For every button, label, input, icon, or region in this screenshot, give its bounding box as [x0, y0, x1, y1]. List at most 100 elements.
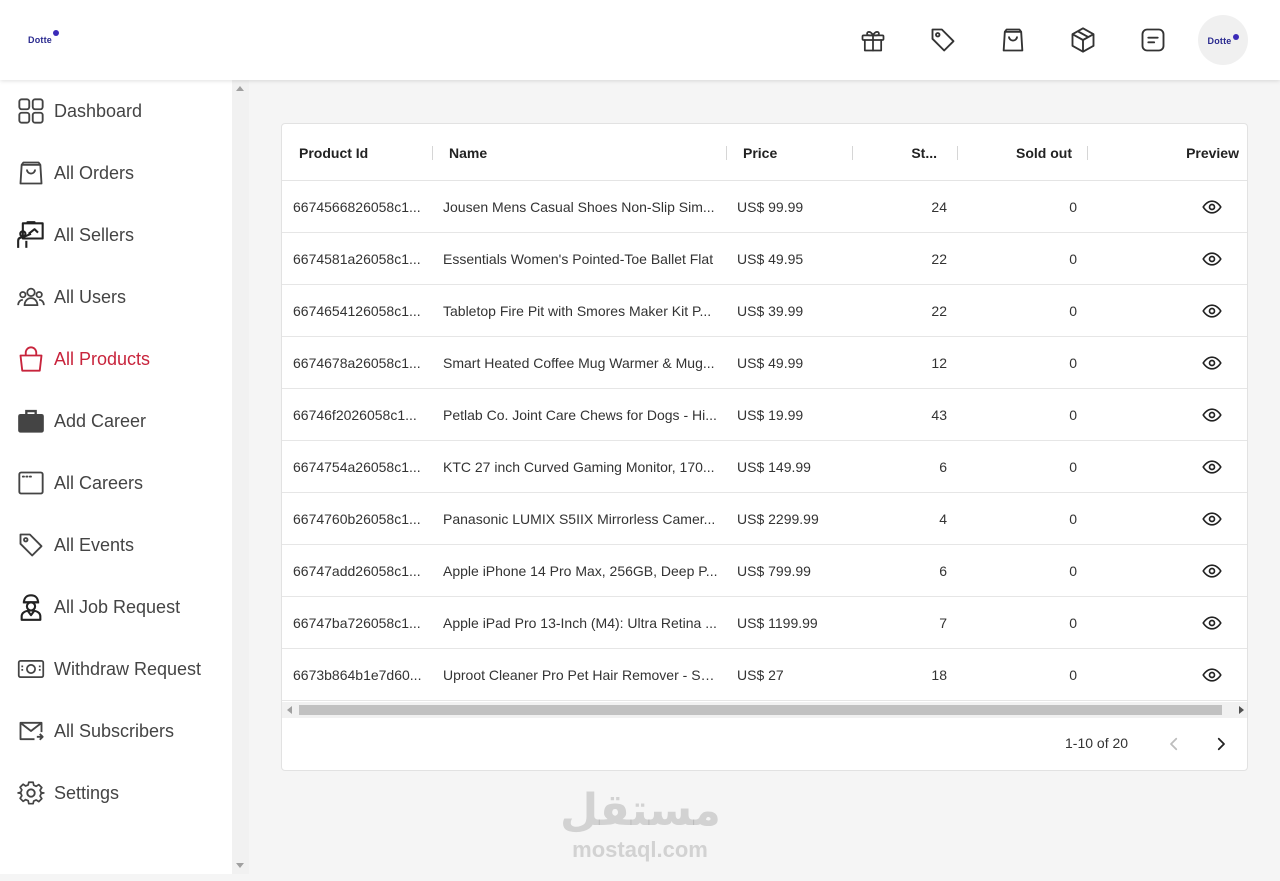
scroll-right-icon[interactable]	[1239, 706, 1244, 714]
mail-icon	[17, 717, 45, 745]
shopping-bag-icon[interactable]	[988, 15, 1038, 65]
table-row[interactable]: 66747add26058c1... Apple iPhone 14 Pro M…	[282, 545, 1247, 597]
logo-dot	[53, 30, 59, 36]
avatar[interactable]: Dotte	[1198, 15, 1248, 65]
column-header-product-id[interactable]: Product Id	[299, 124, 431, 181]
eye-icon[interactable]	[1187, 441, 1237, 493]
table-row[interactable]: 6674581a26058c1... Essentials Women's Po…	[282, 233, 1247, 285]
table-horizontal-scrollbar[interactable]	[282, 702, 1247, 718]
scroll-down-icon[interactable]	[236, 863, 244, 868]
cell-name: Jousen Mens Casual Shoes Non-Slip Sim...	[443, 199, 715, 215]
sidebar-item-all-careers[interactable]: All Careers	[0, 452, 232, 514]
column-header-stock[interactable]: St...	[882, 124, 937, 181]
cell-sold-out: 0	[1069, 251, 1077, 267]
cell-stock: 7	[939, 615, 947, 631]
eye-icon[interactable]	[1187, 597, 1237, 649]
eye-icon[interactable]	[1187, 649, 1237, 701]
cell-sold-out: 0	[1069, 615, 1077, 631]
sidebar-item-all-users[interactable]: All Users	[0, 266, 232, 328]
scroll-left-icon[interactable]	[287, 706, 292, 714]
sidebar-item-settings[interactable]: Settings	[0, 762, 232, 824]
tag-icon[interactable]	[918, 15, 968, 65]
worker-icon	[17, 593, 45, 621]
sidebar-item-dashboard[interactable]: Dashboard	[0, 80, 232, 142]
cell-product-id: 6674581a26058c1...	[293, 251, 421, 267]
column-header-sold-out[interactable]: Sold out	[987, 124, 1072, 181]
column-header-price[interactable]: Price	[743, 124, 853, 181]
sidebar-item-label: All Job Request	[54, 596, 181, 617]
eye-icon[interactable]	[1187, 389, 1237, 441]
eye-icon[interactable]	[1187, 493, 1237, 545]
cell-name: Petlab Co. Joint Care Chews for Dogs - H…	[443, 407, 717, 423]
table-row[interactable]: 66746f2026058c1... Petlab Co. Joint Care…	[282, 389, 1247, 441]
sidebar-item-label: All Subscribers	[54, 720, 175, 741]
money-icon	[17, 655, 45, 683]
cell-price: US$ 39.99	[737, 303, 804, 319]
column-separator[interactable]	[726, 146, 727, 160]
column-header-preview[interactable]: Preview	[1177, 124, 1239, 181]
eye-icon[interactable]	[1187, 233, 1237, 285]
cell-stock: 43	[931, 407, 947, 423]
sidebar-item-all-subscribers[interactable]: All Subscribers	[0, 700, 232, 762]
table-row[interactable]: 66747ba726058c1... Apple iPad Pro 13-Inc…	[282, 597, 1247, 649]
package-icon[interactable]	[1058, 15, 1108, 65]
sidebar-scrollbar[interactable]	[232, 80, 249, 874]
cell-stock: 22	[931, 303, 947, 319]
shopping-bag-icon	[17, 159, 45, 187]
cell-product-id: 6673b864b1e7d60...	[293, 667, 422, 683]
sidebar-item-all-orders[interactable]: All Orders	[0, 142, 232, 204]
cell-stock: 18	[931, 667, 947, 683]
cell-price: US$ 99.99	[737, 199, 804, 215]
scroll-up-icon[interactable]	[236, 86, 244, 91]
avatar-text: Dotte	[1207, 36, 1232, 46]
cell-stock: 24	[931, 199, 947, 215]
cell-stock: 22	[931, 251, 947, 267]
brand-logo[interactable]: Dotte	[28, 30, 59, 45]
sidebar-item-label: All Events	[54, 534, 135, 555]
cell-product-id: 66747ba726058c1...	[293, 615, 421, 631]
chevron-right-icon[interactable]	[1207, 730, 1235, 758]
sidebar-item-all-job-request[interactable]: All Job Request	[0, 576, 232, 638]
cell-stock: 12	[931, 355, 947, 371]
cell-sold-out: 0	[1069, 355, 1077, 371]
scrollbar-thumb[interactable]	[299, 705, 1222, 715]
cell-name: Apple iPhone 14 Pro Max, 256GB, Deep P..…	[443, 563, 718, 579]
column-header-name[interactable]: Name	[449, 124, 725, 181]
sidebar-item-withdraw-request[interactable]: Withdraw Request	[0, 638, 232, 700]
sidebar-item-add-career[interactable]: Add Career	[0, 390, 232, 452]
eye-icon[interactable]	[1187, 337, 1237, 389]
eye-icon[interactable]	[1187, 545, 1237, 597]
window-icon	[17, 469, 45, 497]
table-row[interactable]: 6674760b26058c1... Panasonic LUMIX S5IIX…	[282, 493, 1247, 545]
sidebar-item-label: Withdraw Request	[54, 658, 202, 679]
table-row[interactable]: 6674566826058c1... Jousen Mens Casual Sh…	[282, 181, 1247, 233]
seller-board-icon	[17, 221, 45, 249]
gift-icon[interactable]	[848, 15, 898, 65]
column-separator[interactable]	[432, 146, 433, 160]
sidebar-item-label: All Sellers	[54, 224, 135, 245]
logo-text: Dotte	[28, 35, 52, 45]
cell-sold-out: 0	[1069, 459, 1077, 475]
column-separator[interactable]	[1087, 146, 1088, 160]
table-row[interactable]: 6673b864b1e7d60... Uproot Cleaner Pro Pe…	[282, 649, 1247, 701]
note-icon[interactable]	[1128, 15, 1178, 65]
cell-sold-out: 0	[1069, 407, 1077, 423]
column-separator[interactable]	[852, 146, 853, 160]
table-row[interactable]: 6674754a26058c1... KTC 27 inch Curved Ga…	[282, 441, 1247, 493]
sidebar: Dashboard All Orders All Sellers All Use…	[0, 80, 249, 874]
eye-icon[interactable]	[1187, 181, 1237, 233]
header-actions: Dotte	[828, 15, 1248, 65]
sidebar-item-all-events[interactable]: All Events	[0, 514, 232, 576]
cell-name: Tabletop Fire Pit with Smores Maker Kit …	[443, 303, 712, 319]
column-separator[interactable]	[957, 146, 958, 160]
eye-icon[interactable]	[1187, 285, 1237, 337]
cell-price: US$ 799.99	[737, 563, 811, 579]
sidebar-item-all-products[interactable]: All Products	[0, 328, 232, 390]
table-row[interactable]: 6674678a26058c1... Smart Heated Coffee M…	[282, 337, 1247, 389]
chevron-left-icon[interactable]	[1160, 730, 1188, 758]
avatar-dot	[1232, 34, 1239, 40]
cell-price: US$ 149.99	[737, 459, 811, 475]
sidebar-item-all-sellers[interactable]: All Sellers	[0, 204, 232, 266]
table-row[interactable]: 6674654126058c1... Tabletop Fire Pit wit…	[282, 285, 1247, 337]
cell-stock: 4	[939, 511, 947, 527]
